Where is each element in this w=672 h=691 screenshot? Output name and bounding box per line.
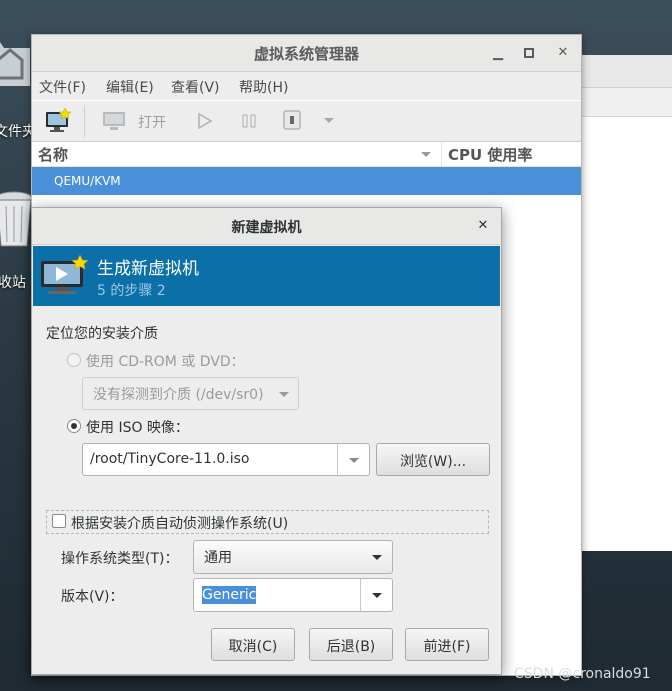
chevron-down-icon[interactable]: [421, 152, 431, 157]
new-vm-button[interactable]: [44, 107, 72, 135]
menu-edit[interactable]: 编辑(E): [106, 77, 154, 97]
chevron-down-icon: [372, 555, 382, 560]
iso-path-value: /root/TinyCore-11.0.iso: [90, 451, 250, 467]
os-type-label: 操作系统类型(T)：: [61, 551, 179, 567]
back-button-label: 后退(B): [326, 639, 376, 655]
autodetect-label: 根据安装介质自动侦测操作系统(U): [71, 516, 289, 532]
menu-file[interactable]: 文件(F): [39, 77, 86, 97]
version-field[interactable]: Generic: [193, 578, 393, 612]
cancel-button[interactable]: 取消(C): [211, 628, 295, 661]
chevron-down-icon: [279, 392, 289, 397]
chevron-down-icon[interactable]: [372, 593, 382, 598]
chevron-down-icon[interactable]: [349, 458, 359, 463]
cdrom-device-select: 没有探测到介质 (/dev/sr0): [82, 377, 299, 410]
iso-radio-label: 使用 ISO 映像：: [86, 420, 189, 436]
manager-toolbar: 打开: [32, 101, 581, 142]
version-value: Generic: [202, 586, 257, 604]
minimize-icon[interactable]: ▁: [488, 44, 508, 64]
table-row[interactable]: QEMU/KVM: [32, 167, 581, 195]
monitor-icon: [103, 112, 125, 130]
cdrom-radio-label: 使用 CD-ROM 或 DVD：: [86, 354, 245, 370]
forward-button[interactable]: 前进(F): [405, 628, 489, 661]
toolbar-separator: [84, 105, 85, 137]
iso-radio[interactable]: [67, 419, 81, 433]
vm-list-header: 名称 CPU 使用率: [32, 142, 581, 167]
dialog-header-step: 5 的步骤 2: [97, 283, 166, 299]
column-cpu[interactable]: CPU 使用率: [448, 144, 532, 165]
combo-divider: [360, 579, 361, 611]
locate-media-label: 定位您的安装介质: [46, 326, 158, 342]
open-button[interactable]: 打开: [100, 109, 180, 133]
manager-menubar: 文件(F) 编辑(E) 查看(V) 帮助(H): [32, 72, 581, 100]
play-icon[interactable]: [197, 112, 213, 134]
forward-button-label: 前进(F): [423, 639, 471, 655]
back-button[interactable]: 后退(B): [309, 628, 393, 661]
menu-help[interactable]: 帮助(H): [239, 77, 288, 97]
os-type-value: 通用: [204, 550, 232, 566]
autodetect-checkbox[interactable]: [52, 514, 66, 528]
new-vm-icon: [41, 255, 88, 294]
shutdown-icon[interactable]: [282, 109, 302, 135]
dialog-banner: 生成新虚拟机 5 的步骤 2: [33, 246, 500, 306]
watermark: CSDN @cronaldo91: [514, 666, 651, 682]
pause-icon[interactable]: [241, 112, 257, 134]
browse-button-label: 浏览(W)...: [399, 454, 467, 470]
new-vm-icon: [46, 107, 72, 132]
close-icon[interactable]: ✕: [553, 43, 573, 63]
dialog-title: 新建虚拟机: [231, 220, 302, 236]
column-divider: [441, 142, 442, 166]
close-icon[interactable]: ✕: [473, 216, 493, 236]
cdrom-device-value: 没有探测到介质 (/dev/sr0): [93, 387, 264, 403]
trash-icon[interactable]: [0, 188, 33, 258]
browse-button[interactable]: 浏览(W)...: [376, 443, 490, 476]
dialog-titlebar: 新建虚拟机 ✕: [32, 208, 501, 245]
column-name[interactable]: 名称: [38, 144, 68, 165]
version-label: 版本(V)：: [61, 589, 124, 605]
iso-path-field[interactable]: /root/TinyCore-11.0.iso: [82, 443, 370, 476]
trash-label: 收站: [0, 275, 26, 291]
os-type-select[interactable]: 通用: [193, 540, 393, 574]
menu-view[interactable]: 查看(V): [171, 77, 220, 97]
cdrom-radio[interactable]: [67, 353, 81, 367]
connection-name: QEMU/KVM: [54, 174, 121, 188]
open-button-label: 打开: [138, 115, 166, 131]
new-vm-dialog: 新建虚拟机 ✕ 生成新虚拟机 5 的步骤 2 定位您的安装介质 使用 CD-RO…: [31, 207, 502, 675]
cancel-button-label: 取消(C): [228, 639, 278, 655]
dialog-header-title: 生成新虚拟机: [97, 259, 199, 279]
chevron-down-icon[interactable]: [324, 118, 334, 123]
manager-titlebar: 虚拟系统管理器 ▁ ✕: [32, 35, 581, 72]
folder-icon[interactable]: [0, 36, 32, 96]
combo-divider: [337, 444, 338, 475]
maximize-icon[interactable]: [519, 43, 539, 63]
